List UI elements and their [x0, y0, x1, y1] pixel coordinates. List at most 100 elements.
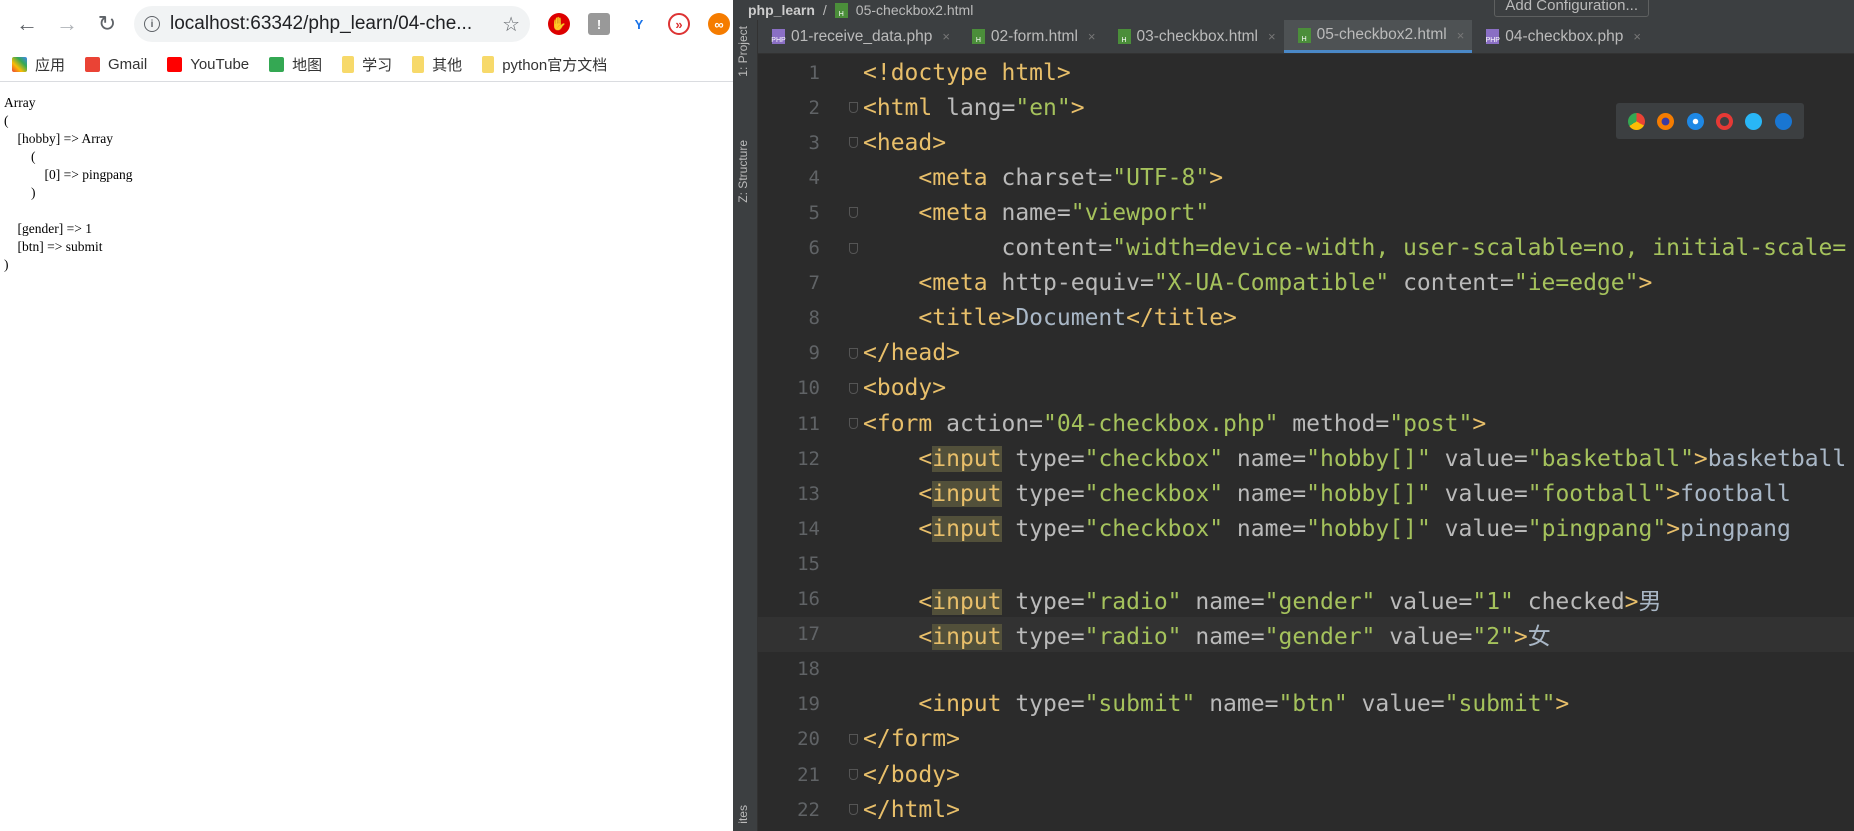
- code-line: 11 <form action="04-checkbox.php" method=…: [758, 406, 1854, 441]
- add-configuration-button[interactable]: Add Configuration...: [1494, 0, 1649, 17]
- token-hl: input: [932, 624, 1002, 651]
- bookmark-star-icon[interactable]: ☆: [502, 12, 520, 37]
- token-attr: http-equiv=: [1001, 270, 1154, 297]
- token-str: "viewport": [1070, 199, 1210, 226]
- bookmark-label[interactable]: 学习: [362, 54, 392, 75]
- token-hl: input: [932, 445, 1002, 472]
- chrome-icon[interactable]: [1628, 112, 1646, 130]
- token-hl: input: [932, 589, 1002, 615]
- extension-alert-icon[interactable]: !: [588, 13, 610, 35]
- close-tab-icon[interactable]: ×: [1268, 29, 1276, 44]
- tab-label[interactable]: 02-form.html: [991, 28, 1078, 46]
- close-tab-icon[interactable]: ×: [1088, 29, 1096, 44]
- code-text: <meta name="viewport": [863, 200, 1209, 226]
- tool-window-stripe: 1: Project Z: Structure ites: [733, 20, 758, 831]
- breadcrumb-project[interactable]: php_learn: [748, 2, 815, 18]
- code-line: 16 <input type="radio" name="gender" val…: [758, 582, 1854, 617]
- token-str: "submit": [1444, 691, 1556, 718]
- bookmark-2[interactable]: YouTube: [167, 56, 249, 73]
- token-tag: >: [1209, 164, 1224, 191]
- structure-tool-button[interactable]: Z: Structure: [736, 140, 750, 203]
- bookmark-4[interactable]: 学习: [342, 54, 392, 75]
- address-bar[interactable]: i localhost:63342/php_learn/04-che... ☆: [134, 6, 530, 42]
- firefox-icon[interactable]: [1657, 112, 1675, 130]
- bookmark-label[interactable]: 应用: [35, 54, 65, 75]
- token-attr: type=: [1001, 480, 1085, 507]
- token-tag: >: [1666, 480, 1681, 507]
- token-str: "checkbox": [1084, 480, 1237, 507]
- html-file-icon: H: [1117, 29, 1131, 44]
- fold-marker-icon[interactable]: [849, 382, 858, 394]
- token-attr: content=: [1403, 270, 1514, 297]
- opera-icon[interactable]: [1716, 112, 1734, 130]
- tab-label[interactable]: 01-receive_data.php: [791, 28, 932, 46]
- bookmark-label[interactable]: Gmail: [108, 56, 147, 73]
- token-tag: <: [918, 445, 933, 472]
- tab-04-checkbox-php[interactable]: PHP 04-checkbox.php ×: [1472, 20, 1649, 53]
- close-tab-icon[interactable]: ×: [1633, 29, 1641, 44]
- tab-label[interactable]: 03-checkbox.html: [1137, 28, 1258, 46]
- tab-03-checkbox-html[interactable]: H 03-checkbox.html ×: [1104, 20, 1284, 53]
- bookmark-6[interactable]: python官方文档: [482, 54, 607, 75]
- token-tag: <: [918, 515, 933, 542]
- code-editor[interactable]: 1 <!doctype html> 2 <html lang="en"> 3 <head>…: [758, 55, 1854, 831]
- token-tag: <: [918, 589, 933, 615]
- vpn-extension-icon[interactable]: Y: [628, 13, 650, 35]
- project-tool-button[interactable]: 1: Project: [736, 26, 750, 77]
- token-tag: >: [1070, 94, 1085, 121]
- back-icon[interactable]: ←: [10, 7, 44, 41]
- fold-marker-icon[interactable]: [849, 102, 858, 114]
- tab-label[interactable]: 04-checkbox.php: [1505, 28, 1623, 46]
- token-tag: <head>: [863, 129, 947, 156]
- token-text: football: [1680, 480, 1791, 507]
- close-tab-icon[interactable]: ×: [1457, 28, 1465, 43]
- bookmarks-bar: 应用 Gmail YouTube 地图 学习 其他 python官方文档: [0, 48, 733, 82]
- code-line: 20 </form>: [758, 722, 1854, 757]
- bookmark-label[interactable]: YouTube: [190, 56, 249, 73]
- adblock-extension-icon[interactable]: ✋: [548, 13, 570, 35]
- token-text: 女: [1527, 624, 1551, 651]
- tab-02-form-html[interactable]: H 02-form.html ×: [958, 20, 1104, 53]
- code-text: <!doctype html>: [863, 60, 1071, 86]
- bookmark-label[interactable]: 其他: [432, 54, 462, 75]
- tab-01-receive-data-php[interactable]: PHP 01-receive_data.php ×: [758, 20, 958, 53]
- token-tag: >: [1666, 515, 1681, 542]
- line-number: 7: [808, 272, 820, 295]
- breadcrumb-file[interactable]: 05-checkbox2.html: [856, 2, 974, 18]
- fold-marker-icon[interactable]: [849, 804, 858, 816]
- token-str: "submit": [1084, 691, 1210, 718]
- bookmark-1[interactable]: Gmail: [85, 56, 147, 73]
- tab-05-checkbox2-html[interactable]: H 05-checkbox2.html ×: [1283, 20, 1473, 53]
- safari-icon[interactable]: [1686, 112, 1704, 130]
- fold-marker-icon[interactable]: [849, 769, 858, 780]
- infinity-extension-icon[interactable]: ∞: [708, 13, 730, 35]
- bookmark-5[interactable]: 其他: [412, 54, 462, 75]
- favorites-tool-button[interactable]: ites: [736, 805, 750, 824]
- token-str: "UTF-8": [1112, 164, 1210, 191]
- reload-icon[interactable]: ↻: [90, 7, 124, 41]
- bookmark-label[interactable]: python官方文档: [502, 54, 607, 75]
- bookmark-3[interactable]: 地图: [269, 54, 322, 75]
- token-str: "04-checkbox.php": [1043, 410, 1293, 437]
- code-text: <meta http-equiv="X-UA-Compatible" conte…: [863, 270, 1652, 296]
- bookmark-0[interactable]: 应用: [12, 54, 65, 75]
- fold-marker-icon[interactable]: [849, 347, 858, 359]
- tab-label[interactable]: 05-checkbox2.html: [1317, 26, 1447, 44]
- bookmark-label[interactable]: 地图: [292, 54, 322, 75]
- fold-marker-icon[interactable]: [849, 207, 858, 219]
- media-extension-icon[interactable]: »: [668, 13, 690, 35]
- fold-marker-icon[interactable]: [849, 733, 858, 745]
- ie-icon[interactable]: [1745, 112, 1763, 130]
- line-number: 8: [808, 307, 820, 330]
- fold-marker-icon[interactable]: [849, 242, 858, 254]
- forward-icon[interactable]: →: [50, 7, 84, 41]
- token-attr: name=: [1236, 515, 1307, 542]
- fold-marker-icon[interactable]: [849, 418, 858, 429]
- fold-marker-icon[interactable]: [849, 137, 858, 149]
- edge-icon[interactable]: [1774, 112, 1792, 130]
- url-text[interactable]: localhost:63342/php_learn/04-che...: [170, 13, 492, 35]
- close-tab-icon[interactable]: ×: [942, 29, 950, 44]
- info-icon[interactable]: i: [144, 16, 160, 32]
